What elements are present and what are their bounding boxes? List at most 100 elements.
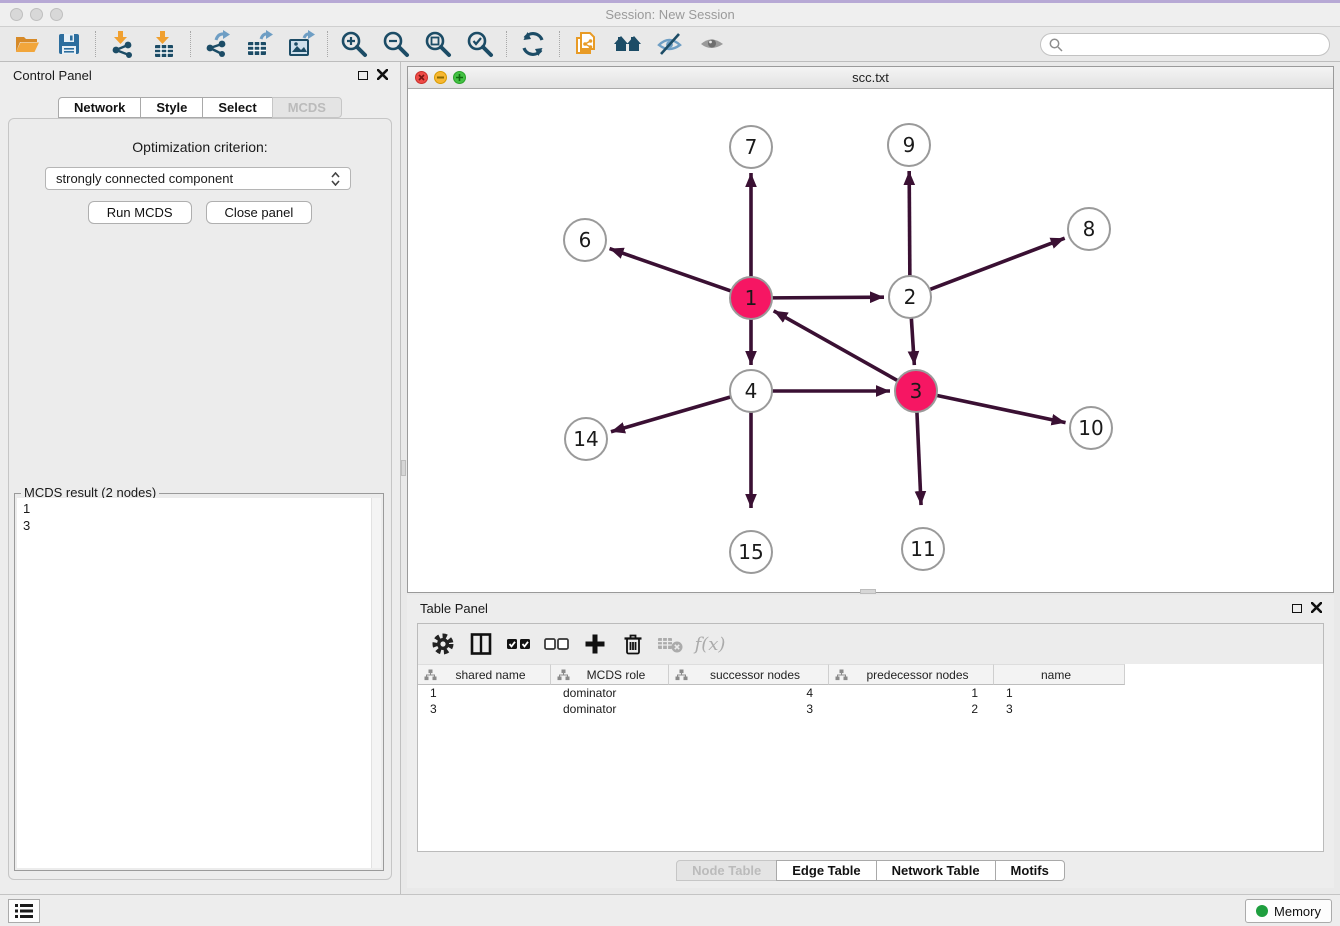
graph-edge-1-6[interactable] [610,249,732,291]
list-icon [14,902,34,920]
graph-edge-4-14[interactable] [611,397,731,432]
task-history-button[interactable] [8,899,40,923]
graph-node-label: 9 [903,133,916,157]
graph-edge-3-10[interactable] [937,395,1066,422]
graph-node-label: 15 [738,540,763,564]
network-window-titlebar[interactable]: scc.txt [408,67,1333,89]
export-network-icon[interactable] [196,29,238,59]
float-panel-icon[interactable] [358,71,368,80]
cell-predecessor-nodes[interactable]: 2 [829,701,994,717]
close-panel-button[interactable]: Close panel [206,201,313,224]
toolbar-separator [327,31,328,57]
column-header-name[interactable]: name [994,664,1125,685]
select-all-columns-icon[interactable] [502,628,536,660]
refresh-layout-icon[interactable] [512,29,554,59]
open-file-icon[interactable] [6,29,48,59]
column-header-predecessor-nodes[interactable]: predecessor nodes [829,664,994,685]
main-toolbar [0,27,1340,62]
graph-edge-1-2[interactable] [772,297,884,298]
zoom-in-icon[interactable] [333,29,375,59]
graph-edge-3-11[interactable] [917,412,921,505]
float-table-panel-icon[interactable] [1292,604,1302,613]
vertical-splitter-handle[interactable] [401,460,406,476]
column-header-MCDS-role[interactable]: MCDS role [551,664,669,685]
search-icon [1049,38,1063,52]
zoom-out-icon[interactable] [375,29,417,59]
cell-successor-nodes[interactable]: 4 [669,685,829,701]
deselect-all-columns-icon[interactable] [540,628,574,660]
search-input[interactable] [1068,37,1321,52]
cell-MCDS-role[interactable]: dominator [551,701,669,717]
table-panel-title: Table Panel [420,601,488,616]
graph-edge-2-8[interactable] [930,238,1065,289]
search-box[interactable] [1040,33,1330,56]
graph-node-label: 4 [745,379,758,403]
status-bar: Memory [0,894,1340,926]
export-image-icon[interactable] [280,29,322,59]
home-icon[interactable] [607,29,649,59]
close-table-panel-icon[interactable] [1311,601,1322,616]
import-network-icon[interactable] [101,29,143,59]
function-builder-icon: f(x) [692,628,726,660]
graph-edge-2-9[interactable] [909,171,910,276]
cell-shared-name[interactable]: 3 [418,701,551,717]
table-row[interactable]: 1dominator411 [418,685,1323,701]
mcds-panel: Optimization criterion: strongly connect… [8,118,392,880]
criterion-dropdown[interactable]: strongly connected component [45,167,351,190]
run-mcds-button[interactable]: Run MCDS [88,201,192,224]
tab-motifs[interactable]: Motifs [995,860,1065,881]
column-header-shared-name[interactable]: shared name [418,664,551,685]
show-graphics-icon[interactable] [691,29,733,59]
table-settings-icon[interactable] [426,628,460,660]
graph-edge-2-3[interactable] [911,318,914,365]
graph-node-label: 1 [745,286,758,310]
table-row[interactable]: 3dominator323 [418,701,1323,717]
cell-predecessor-nodes[interactable]: 1 [829,685,994,701]
table-toolbar: f(x) [418,624,1323,664]
node-table-container: f(x) shared nameMCDS rolesuccessor nodes… [417,623,1324,852]
zoom-fit-icon[interactable] [417,29,459,59]
hierarchy-icon [835,669,848,681]
delete-column-icon[interactable] [616,628,650,660]
tab-node-table[interactable]: Node Table [676,860,777,881]
tab-style[interactable]: Style [140,97,203,118]
network-canvas[interactable]: 7968124314101511 [408,89,1333,592]
tab-network[interactable]: Network [58,97,141,118]
close-panel-icon[interactable] [377,68,388,83]
node-table[interactable]: shared nameMCDS rolesuccessor nodesprede… [418,664,1323,851]
toolbar-separator [95,31,96,57]
save-session-icon[interactable] [48,29,90,59]
toolbar-separator [190,31,191,57]
tab-select[interactable]: Select [202,97,272,118]
hide-graphics-icon[interactable] [649,29,691,59]
cell-name[interactable]: 1 [994,685,1125,701]
cell-name[interactable]: 3 [994,701,1125,717]
horizontal-splitter-handle[interactable] [860,589,876,594]
zoom-selected-icon[interactable] [459,29,501,59]
graph-node-label: 14 [573,427,598,451]
network-graph[interactable]: 7968124314101511 [408,89,1333,593]
memory-button[interactable]: Memory [1245,899,1332,923]
cell-shared-name[interactable]: 1 [418,685,551,701]
import-table-icon[interactable] [143,29,185,59]
tab-network-table[interactable]: Network Table [876,860,996,881]
clone-network-icon[interactable] [565,29,607,59]
graph-node-label: 7 [745,135,758,159]
cell-MCDS-role[interactable]: dominator [551,685,669,701]
add-column-icon[interactable] [578,628,612,660]
tab-edge-table[interactable]: Edge Table [776,860,876,881]
result-scrollbar[interactable] [371,498,381,868]
hierarchy-icon [675,669,688,681]
header-filler [1125,664,1323,685]
memory-status-icon [1256,905,1268,917]
show-columns-icon[interactable] [464,628,498,660]
mcds-result-values: 1 3 [17,498,381,534]
graph-edge-3-1[interactable] [774,311,898,381]
tab-mcds[interactable]: MCDS [272,97,342,118]
cell-successor-nodes[interactable]: 3 [669,701,829,717]
hierarchy-icon [424,669,437,681]
table-panel-tabs: Node TableEdge TableNetwork TableMotifs [407,860,1334,881]
column-header-successor-nodes[interactable]: successor nodes [669,664,829,685]
graph-node-label: 8 [1083,217,1096,241]
export-table-icon[interactable] [238,29,280,59]
